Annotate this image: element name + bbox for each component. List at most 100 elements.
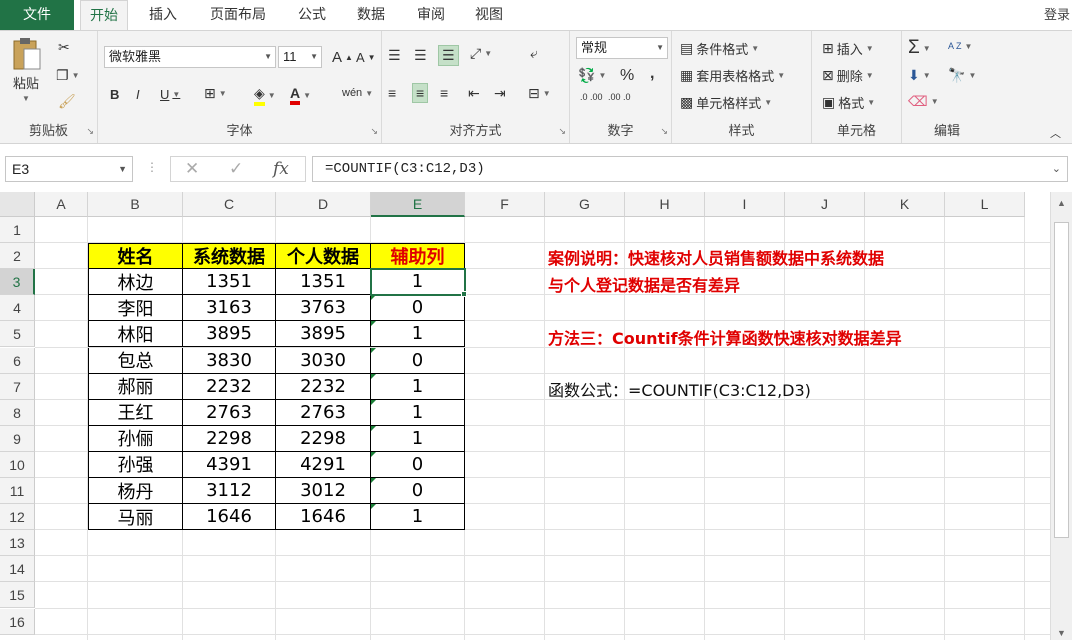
column-header-f[interactable]: F bbox=[465, 192, 545, 217]
tab-view[interactable]: 视图 bbox=[464, 0, 514, 30]
fill-handle[interactable] bbox=[461, 291, 467, 298]
insert-cells-button[interactable]: ⊞ 插入 ▼ bbox=[822, 39, 874, 58]
align-bottom-button[interactable]: ☰ bbox=[438, 45, 459, 66]
column-header-i[interactable]: I bbox=[705, 192, 785, 217]
currency-button[interactable]: 💱 ▼ bbox=[578, 67, 606, 84]
table-header-name[interactable]: 姓名 bbox=[88, 243, 183, 270]
shrink-font-button[interactable]: A ▼ bbox=[356, 50, 376, 65]
fill-button[interactable]: ⬇ ▼ bbox=[908, 67, 931, 84]
table-cell-personal[interactable]: 2298 bbox=[276, 425, 371, 452]
align-center-button[interactable]: ≡ bbox=[412, 83, 429, 103]
align-left-button[interactable]: ≡ bbox=[388, 85, 396, 101]
table-cell-system[interactable]: 3895 bbox=[183, 321, 276, 348]
number-launcher-icon[interactable]: ↘ bbox=[660, 126, 668, 137]
expand-formula-bar-icon[interactable]: ⌄ bbox=[1052, 157, 1061, 181]
table-cell-system[interactable]: 3830 bbox=[183, 347, 276, 374]
table-cell-name[interactable]: 林边 bbox=[88, 269, 183, 296]
enter-icon[interactable]: ✓ bbox=[229, 159, 243, 179]
format-cells-button[interactable]: ▣ 格式 ▼ bbox=[822, 93, 875, 112]
name-box[interactable]: E3 ▼ bbox=[5, 156, 133, 182]
formula-input[interactable]: =COUNTIF(C3:C12,D3) ⌄ bbox=[312, 156, 1068, 182]
table-cell-personal[interactable]: 2763 bbox=[276, 399, 371, 426]
table-header-personal[interactable]: 个人数据 bbox=[276, 243, 371, 270]
align-middle-button[interactable]: ☰ bbox=[414, 47, 427, 64]
italic-button[interactable]: I bbox=[136, 87, 140, 102]
row-header-7[interactable]: 7 bbox=[0, 373, 35, 400]
column-header-e[interactable]: E bbox=[371, 192, 465, 217]
table-cell-system[interactable]: 2232 bbox=[183, 373, 276, 400]
table-cell-name[interactable]: 郝丽 bbox=[88, 373, 183, 400]
table-cell-name[interactable]: 马丽 bbox=[88, 504, 183, 531]
table-cell-name[interactable]: 王红 bbox=[88, 399, 183, 426]
table-cell-personal[interactable]: 2232 bbox=[276, 373, 371, 400]
tab-home[interactable]: 开始 bbox=[80, 0, 128, 31]
format-painter-button[interactable]: 🖌 bbox=[58, 93, 76, 110]
table-cell-name[interactable]: 包总 bbox=[88, 347, 183, 374]
font-name-select[interactable]: 微软雅黑 ▼ bbox=[104, 46, 276, 68]
row-header-14[interactable]: 14 bbox=[0, 556, 35, 583]
row-header-2[interactable]: 2 bbox=[0, 243, 35, 270]
format-as-table-button[interactable]: ▦ 套用表格格式 ▼ bbox=[680, 66, 785, 85]
wrap-text-button[interactable]: ⤶ bbox=[530, 45, 538, 62]
find-select-button[interactable]: 🔭 ▼ bbox=[948, 67, 976, 84]
table-cell-helper[interactable]: 1 bbox=[371, 373, 465, 400]
table-cell-personal[interactable]: 1351 bbox=[276, 269, 371, 296]
column-header-g[interactable]: G bbox=[545, 192, 625, 217]
login-link[interactable]: 登录 bbox=[1044, 4, 1070, 23]
active-cell-selection[interactable] bbox=[370, 268, 466, 297]
increase-indent-button[interactable]: ⇥ bbox=[494, 85, 506, 102]
table-cell-helper[interactable]: 1 bbox=[371, 425, 465, 452]
font-size-select[interactable]: 11 ▼ bbox=[278, 46, 322, 68]
row-header-10[interactable]: 10 bbox=[0, 451, 35, 478]
merge-center-button[interactable]: ⊟ ▼ bbox=[528, 85, 551, 102]
column-header-k[interactable]: K bbox=[865, 192, 945, 217]
bold-button[interactable]: B bbox=[110, 87, 119, 102]
orientation-button[interactable]: ⤢ ▼ bbox=[470, 45, 492, 62]
copy-button[interactable]: ❐ ▼ bbox=[56, 67, 79, 84]
conditional-formatting-button[interactable]: ▤ 条件格式 ▼ bbox=[680, 39, 759, 58]
alignment-launcher-icon[interactable]: ↘ bbox=[558, 126, 566, 137]
table-cell-personal[interactable]: 3012 bbox=[276, 478, 371, 505]
table-cell-name[interactable]: 杨丹 bbox=[88, 478, 183, 505]
tab-review[interactable]: 审阅 bbox=[406, 0, 456, 30]
insert-function-icon[interactable]: fx bbox=[273, 159, 289, 179]
number-format-select[interactable]: 常规 ▼ bbox=[576, 37, 668, 59]
table-cell-personal[interactable]: 1646 bbox=[276, 504, 371, 531]
select-all-corner[interactable] bbox=[0, 192, 35, 217]
column-header-c[interactable]: C bbox=[183, 192, 276, 217]
clear-button[interactable]: ⌫ ▼ bbox=[908, 93, 939, 110]
percent-button[interactable]: % bbox=[620, 67, 634, 85]
table-cell-name[interactable]: 孙强 bbox=[88, 451, 183, 478]
fill-color-button[interactable]: ◈ ▼ bbox=[254, 85, 276, 106]
tab-insert[interactable]: 插入 bbox=[138, 0, 188, 30]
column-header-j[interactable]: J bbox=[785, 192, 865, 217]
row-header-3[interactable]: 3 bbox=[0, 269, 35, 296]
vertical-scrollbar[interactable]: ▲ ▼ bbox=[1050, 192, 1072, 640]
tab-page-layout[interactable]: 页面布局 bbox=[198, 0, 278, 30]
table-cell-system[interactable]: 1351 bbox=[183, 269, 276, 296]
cell-styles-button[interactable]: ▩ 单元格样式 ▼ bbox=[680, 93, 772, 112]
row-header-11[interactable]: 11 bbox=[0, 478, 35, 505]
comma-button[interactable]: , bbox=[650, 65, 654, 83]
table-cell-helper[interactable]: 1 bbox=[371, 504, 465, 531]
table-header-system[interactable]: 系统数据 bbox=[183, 243, 276, 270]
table-cell-system[interactable]: 4391 bbox=[183, 451, 276, 478]
table-cell-system[interactable]: 2763 bbox=[183, 399, 276, 426]
decrease-indent-button[interactable]: ⇤ bbox=[468, 85, 480, 102]
collapse-ribbon-icon[interactable]: ︿ bbox=[1050, 125, 1061, 141]
paste-button[interactable]: 粘贴 ▼ bbox=[10, 37, 42, 103]
row-header-13[interactable]: 13 bbox=[0, 530, 35, 557]
clipboard-launcher-icon[interactable]: ↘ bbox=[86, 126, 94, 137]
table-cell-helper[interactable]: 0 bbox=[371, 295, 465, 322]
table-cell-name[interactable]: 李阳 bbox=[88, 295, 183, 322]
table-header-helper[interactable]: 辅助列 bbox=[371, 243, 465, 270]
row-header-15[interactable]: 15 bbox=[0, 582, 35, 609]
column-header-b[interactable]: B bbox=[88, 192, 183, 217]
cut-button[interactable]: ✂ bbox=[58, 39, 70, 56]
table-cell-system[interactable]: 2298 bbox=[183, 425, 276, 452]
row-header-6[interactable]: 6 bbox=[0, 347, 35, 374]
scroll-up-icon[interactable]: ▲ bbox=[1057, 198, 1066, 208]
tab-data[interactable]: 数据 bbox=[346, 0, 396, 30]
row-header-9[interactable]: 9 bbox=[0, 425, 35, 452]
row-header-8[interactable]: 8 bbox=[0, 399, 35, 426]
